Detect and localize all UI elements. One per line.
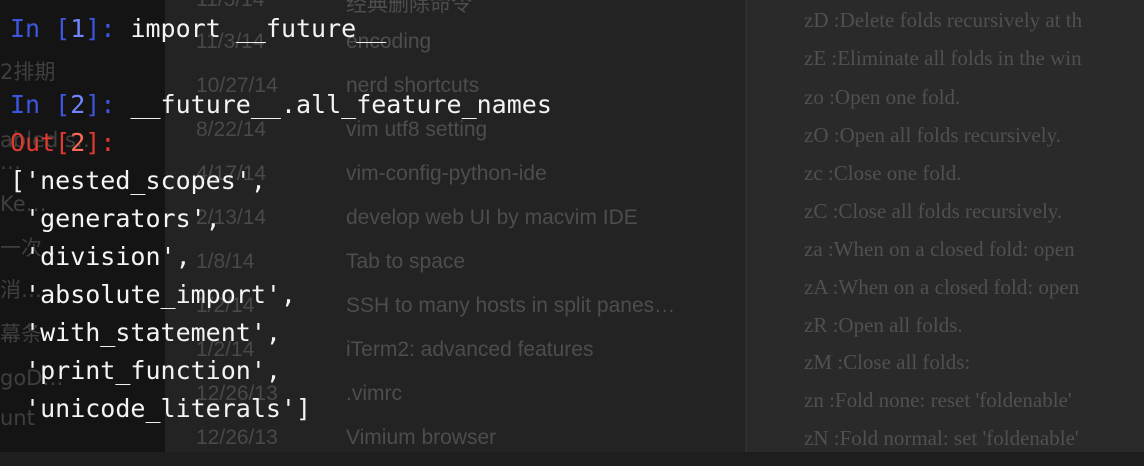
output-line: 'print_function', bbox=[10, 356, 281, 385]
ipython-terminal[interactable]: In [1]: import __future__ In [2]: __futu… bbox=[0, 0, 1144, 452]
out-prompt: Out[ bbox=[10, 128, 71, 157]
output-line: 'division', bbox=[10, 242, 191, 271]
input-line: In [1]: import __future__ bbox=[10, 14, 386, 43]
input-code: __future__.all_feature_names bbox=[130, 90, 552, 119]
input-code: import __future__ bbox=[130, 14, 387, 43]
out-prompt-suffix: ]: bbox=[85, 128, 116, 157]
in-prompt-suffix: ]: bbox=[85, 90, 131, 119]
out-prompt-number: 2 bbox=[70, 128, 86, 157]
output-line: 'with_statement', bbox=[10, 318, 281, 347]
output-line: 'unicode_literals'] bbox=[10, 394, 312, 423]
in-prompt: In [ bbox=[10, 90, 71, 119]
output-line: 'generators', bbox=[10, 204, 221, 233]
in-prompt-number: 2 bbox=[70, 90, 86, 119]
output-line: ['nested_scopes', bbox=[10, 166, 266, 195]
input-line: In [2]: __future__.all_feature_names bbox=[10, 90, 552, 119]
in-prompt-suffix: ]: bbox=[85, 14, 131, 43]
in-prompt-number: 1 bbox=[70, 14, 86, 43]
output-line: 'absolute_import', bbox=[10, 280, 296, 309]
output-prompt-line: Out[2]: bbox=[10, 128, 115, 157]
in-prompt: In [ bbox=[10, 14, 71, 43]
